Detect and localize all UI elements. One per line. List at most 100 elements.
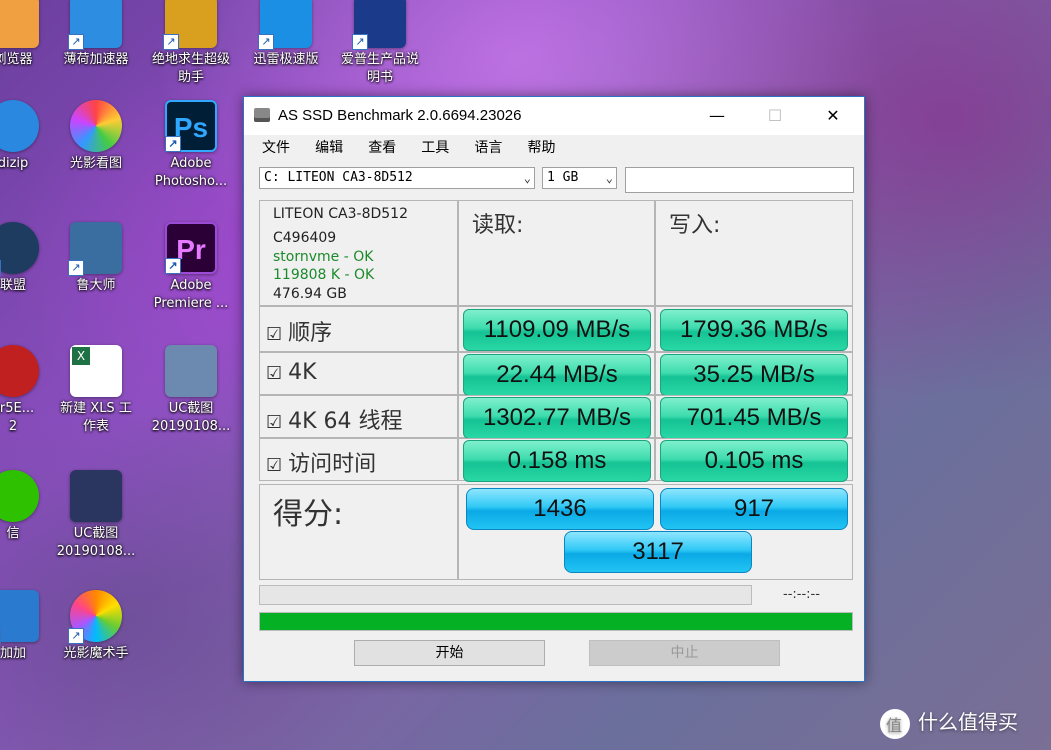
browser-icon bbox=[0, 0, 39, 48]
ludashi-icon: ↗ bbox=[68, 222, 122, 276]
photo-viewer-icon bbox=[70, 100, 122, 152]
pubg-helper-icon: ↗ bbox=[163, 0, 217, 50]
desktop-icon-premiere[interactable]: Pr ↗ Adobe Premiere ... bbox=[146, 222, 236, 313]
desktop-icon-epson[interactable]: ↗ 爱普生产品说 明书 bbox=[335, 0, 425, 87]
screenshot-file-icon bbox=[70, 470, 122, 522]
chevron-down-icon: ⌄ bbox=[605, 171, 613, 185]
stop-button[interactable]: 中止 bbox=[589, 640, 780, 666]
menu-help[interactable]: 帮助 bbox=[527, 137, 555, 157]
desktop-icon-neoimaging[interactable]: ↗ 光影魔术手 bbox=[51, 590, 141, 663]
desktop-icon-ludashi[interactable]: ↗ 鲁大师 bbox=[51, 222, 141, 295]
seq-write-value: 1799.36 MB/s bbox=[660, 309, 848, 351]
4k-write-value: 35.25 MB/s bbox=[660, 354, 848, 396]
desktop-icon-mint[interactable]: ↗ 薄荷加速器 bbox=[51, 0, 141, 69]
menu-edit[interactable]: 编辑 bbox=[315, 137, 343, 157]
drive-select[interactable]: C: LITEON CA3-8D512 ⌄ bbox=[259, 167, 535, 189]
desktop-icon-app[interactable]: ↗ 加加 bbox=[0, 590, 58, 663]
smzdm-logo-icon bbox=[880, 708, 910, 739]
app-icon bbox=[254, 108, 270, 122]
start-button[interactable]: 开始 bbox=[354, 640, 545, 666]
read-header: 读取: bbox=[472, 213, 524, 238]
4k64-read-value: 1302.77 MB/s bbox=[463, 397, 651, 439]
results-panel: LITEON CA3-8D512 C496409 stornvme - OK 1… bbox=[259, 200, 853, 682]
desktop-icon-pubg[interactable]: ↗ 绝地求生超级 助手 bbox=[146, 0, 236, 87]
minimize-button[interactable]: — bbox=[694, 97, 740, 135]
4k-read-cell: 22.44 MB/s bbox=[458, 352, 655, 396]
screenshot-file-icon bbox=[165, 345, 217, 397]
row-label: 顺序 bbox=[288, 321, 333, 346]
desktop-icon-bandizip[interactable]: dizip bbox=[0, 100, 58, 173]
4k-write-cell: 35.25 MB/s bbox=[655, 352, 853, 396]
driver-status: stornvme - OK bbox=[273, 249, 374, 265]
row-label: 4K bbox=[288, 360, 317, 385]
menu-file[interactable]: 文件 bbox=[262, 137, 290, 157]
league-icon: ↗ bbox=[0, 222, 39, 276]
drive-info-box: LITEON CA3-8D512 C496409 stornvme - OK 1… bbox=[259, 200, 458, 306]
close-button[interactable]: ✕ bbox=[810, 97, 856, 135]
read-header-box: 读取: bbox=[458, 200, 655, 306]
4k64-read-cell: 1302.77 MB/s bbox=[458, 395, 655, 439]
premiere-icon: Pr ↗ bbox=[165, 222, 217, 274]
xunlei-icon: ↗ bbox=[258, 0, 312, 50]
score-total: 3117 bbox=[564, 531, 752, 573]
seq-checkbox[interactable]: ☑ bbox=[266, 324, 282, 345]
score-box: 1436 917 3117 bbox=[458, 484, 853, 580]
window-title: AS SSD Benchmark 2.0.6694.23026 bbox=[278, 107, 522, 124]
menu-bar: 文件 编辑 查看 工具 语言 帮助 bbox=[250, 137, 555, 161]
row-seq-label-box[interactable]: ☑ 顺序 bbox=[259, 306, 458, 352]
maximize-button[interactable]: ☐ bbox=[752, 97, 798, 135]
menu-language[interactable]: 语言 bbox=[474, 137, 502, 157]
score-write: 917 bbox=[660, 488, 848, 530]
write-header-box: 写入: bbox=[655, 200, 853, 306]
access-read-value: 0.158 ms bbox=[463, 440, 651, 482]
desktop-icon-uc-screenshot-1[interactable]: UC截图 20190108... bbox=[146, 345, 236, 436]
menu-tools[interactable]: 工具 bbox=[421, 137, 449, 157]
chevron-down-icon: ⌄ bbox=[523, 171, 531, 185]
access-write-value: 0.105 ms bbox=[660, 440, 848, 482]
progress-bar-top bbox=[259, 585, 752, 605]
watermark-text: 什么值得买 bbox=[918, 710, 1018, 734]
desktop-icon-uc-screenshot-2[interactable]: UC截图 20190108... bbox=[51, 470, 141, 561]
4k-checkbox[interactable]: ☑ bbox=[266, 363, 282, 384]
row-4k-label-box[interactable]: ☑ 4K bbox=[259, 352, 458, 395]
4k64-write-value: 701.45 MB/s bbox=[660, 397, 848, 439]
drive-model: LITEON CA3-8D512 bbox=[273, 206, 408, 222]
score-label-box: 得分: bbox=[259, 484, 458, 580]
row-4k64-label-box[interactable]: ☑ 4K 64 线程 bbox=[259, 395, 458, 438]
score-label: 得分: bbox=[273, 497, 344, 532]
text-field[interactable] bbox=[625, 167, 854, 193]
desktop-icon-browser[interactable]: 浏览器 bbox=[0, 0, 58, 69]
row-label: 4K 64 线程 bbox=[288, 409, 403, 434]
4k64-write-cell: 701.45 MB/s bbox=[655, 395, 853, 439]
row-access-label-box[interactable]: ☑ 访问时间 bbox=[259, 438, 458, 481]
mint-accelerator-icon: ↗ bbox=[68, 0, 122, 50]
size-select[interactable]: 1 GB ⌄ bbox=[542, 167, 617, 189]
desktop-icon-excel[interactable]: X 新建 XLS 工 作表 bbox=[51, 345, 141, 436]
4k-read-value: 22.44 MB/s bbox=[463, 354, 651, 396]
photoshop-icon: Ps ↗ bbox=[165, 100, 217, 152]
desktop-icon-wechat[interactable]: 信 bbox=[0, 470, 58, 543]
size-select-value: 1 GB bbox=[547, 170, 579, 185]
desktop-icon-photo-viewer[interactable]: 光影看图 bbox=[51, 100, 141, 173]
epson-manual-icon: ↗ bbox=[352, 0, 406, 50]
drive-capacity: 476.94 GB bbox=[273, 286, 347, 302]
excel-file-icon: X bbox=[70, 345, 122, 397]
menu-view[interactable]: 查看 bbox=[368, 137, 396, 157]
elapsed-time: --:--:-- bbox=[783, 587, 820, 602]
watermark: 什么值得买 bbox=[880, 706, 1018, 739]
desktop-icon-photoshop[interactable]: Ps ↗ Adobe Photosho... bbox=[146, 100, 236, 191]
drive-firmware: C496409 bbox=[273, 230, 337, 246]
progress-bar-bottom bbox=[259, 612, 853, 631]
game-icon bbox=[0, 345, 39, 397]
progress-bar-bottom-fill bbox=[260, 613, 852, 630]
seq-read-cell: 1109.09 MB/s bbox=[458, 306, 655, 352]
wechat-icon bbox=[0, 470, 39, 522]
4k64-checkbox[interactable]: ☑ bbox=[266, 412, 282, 433]
as-ssd-window: AS SSD Benchmark 2.0.6694.23026 — ☐ ✕ 文件… bbox=[243, 96, 865, 682]
desktop-icon-league[interactable]: ↗ 联盟 bbox=[0, 222, 58, 295]
access-time-checkbox[interactable]: ☑ bbox=[266, 455, 282, 476]
drive-select-value: C: LITEON CA3-8D512 bbox=[264, 170, 413, 185]
title-bar[interactable]: AS SSD Benchmark 2.0.6694.23026 — ☐ ✕ bbox=[244, 97, 864, 135]
desktop-icon-game[interactable]: er5E... 2 bbox=[0, 345, 58, 436]
desktop-icon-xunlei[interactable]: ↗ 迅雷极速版 bbox=[241, 0, 331, 69]
